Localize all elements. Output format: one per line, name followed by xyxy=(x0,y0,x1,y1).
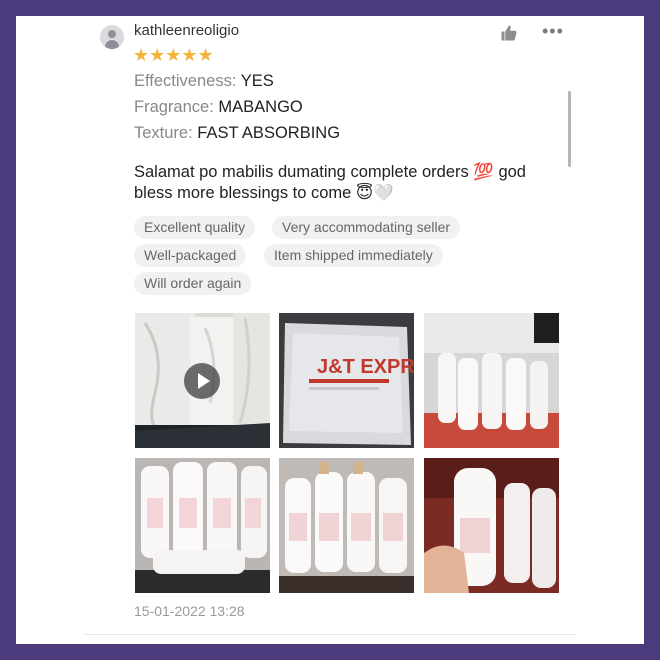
review-card: kathleenreoligio ••• ★★★★★ Effectiveness… xyxy=(16,16,644,644)
attribute-value: FAST ABSORBING xyxy=(197,124,341,142)
tag-very-accommodating-seller: Very accommodating seller xyxy=(272,216,461,239)
scrollbar[interactable] xyxy=(568,91,571,167)
attribute-effectiveness: Effectiveness: YES xyxy=(134,72,274,91)
user-avatar-icon[interactable] xyxy=(100,25,124,49)
review-photo-6[interactable] xyxy=(424,458,559,593)
attribute-fragrance: Fragrance: MABANGO xyxy=(134,98,303,117)
attribute-value: YES xyxy=(240,72,274,90)
review-comment: Salamat po mabilis dumating complete ord… xyxy=(134,163,526,202)
attribute-label: Texture: xyxy=(134,124,193,142)
jt-express-logo: J&T EXPRESS xyxy=(317,356,414,378)
review-photo-2[interactable]: J&T EXPRESS xyxy=(279,313,414,448)
review-photo-5[interactable] xyxy=(279,458,414,593)
thumbs-up-icon[interactable] xyxy=(500,24,518,42)
attribute-label: Effectiveness: xyxy=(134,72,237,90)
divider xyxy=(84,634,576,635)
more-options-icon[interactable]: ••• xyxy=(542,21,564,42)
star-rating: ★★★★★ xyxy=(133,45,214,65)
attribute-texture: Texture: FAST ABSORBING xyxy=(134,124,340,143)
tag-will-order-again: Will order again xyxy=(134,272,252,295)
attribute-value: MABANGO xyxy=(218,98,303,116)
tag-excellent-quality: Excellent quality xyxy=(134,216,256,239)
review-photo-3[interactable] xyxy=(424,313,559,448)
tag-item-shipped-immediately: Item shipped immediately xyxy=(264,244,443,267)
review-photo-4[interactable] xyxy=(135,458,270,593)
reviewer-username[interactable]: kathleenreoligio xyxy=(134,22,239,39)
play-icon[interactable] xyxy=(184,363,220,399)
tag-well-packaged: Well-packaged xyxy=(134,244,247,267)
review-timestamp: 15-01-2022 13:28 xyxy=(134,603,245,619)
review-video-thumbnail[interactable] xyxy=(135,313,270,448)
attribute-label: Fragrance: xyxy=(134,98,214,116)
